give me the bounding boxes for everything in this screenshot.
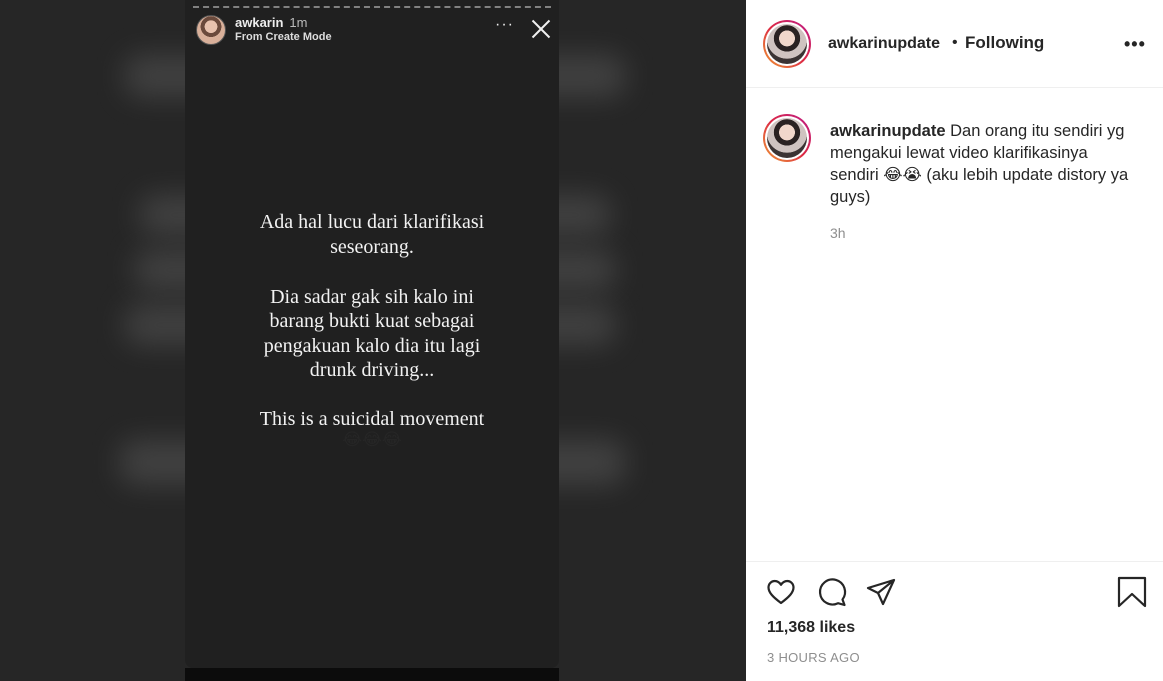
story-progress-bar	[193, 6, 551, 8]
story-frame[interactable]: awkarin 1m From Create Mode ··· Ada hal l…	[185, 0, 559, 668]
story-time: 1m	[289, 15, 308, 30]
post-caption: awkarinupdate Dan orang itu sendiri yg m…	[830, 120, 1140, 208]
caption-username[interactable]: awkarinupdate	[830, 122, 946, 140]
post-header: awkarinupdate • Following •••	[746, 0, 1163, 88]
more-options-icon[interactable]: •••	[1124, 34, 1146, 55]
caption-avatar[interactable]	[763, 114, 811, 162]
share-icon[interactable]	[865, 576, 897, 608]
post-timestamp[interactable]: 3 HOURS AGO	[767, 650, 860, 665]
close-icon[interactable]	[531, 19, 551, 39]
story-avatar[interactable]	[196, 15, 226, 45]
story-text-line: Ada hal lucu dari klarifikasi	[259, 211, 485, 233]
action-bar: 11,368 likes 3 HOURS AGO	[746, 561, 1163, 681]
media-pane: awkarin 1m From Create Mode ··· Ada hal l…	[0, 0, 746, 681]
bookmark-icon[interactable]	[1116, 576, 1148, 608]
story-username-text[interactable]: awkarin	[235, 15, 283, 30]
story-bottom-edge	[185, 668, 559, 681]
story-username[interactable]: awkarin 1m	[235, 15, 307, 30]
caption-time[interactable]: 3h	[830, 225, 846, 241]
story-text-line: barang bukti kuat sebagai	[269, 310, 475, 332]
story-text-line: seseorang.	[330, 236, 414, 258]
story-emojis: 😂😂😂	[342, 430, 402, 449]
header-avatar[interactable]	[763, 20, 811, 68]
story-more-icon[interactable]: ···	[495, 17, 514, 33]
story-subtitle: From Create Mode	[235, 31, 332, 43]
story-text-line: drunk driving...	[309, 359, 435, 381]
story-text-line: This is a suicidal movement	[259, 408, 485, 430]
post-side-panel: awkarinupdate • Following ••• awkarinupd…	[746, 0, 1163, 681]
comment-icon[interactable]	[816, 576, 848, 608]
heart-icon[interactable]	[765, 576, 797, 608]
likes-count[interactable]: 11,368 likes	[767, 619, 855, 637]
header-separator: •	[952, 34, 958, 51]
story-text-line: Dia sadar gak sih kalo ini	[270, 286, 474, 308]
instagram-post-view: awkarin 1m From Create Mode ··· Ada hal l…	[0, 0, 1163, 681]
following-button[interactable]: Following	[965, 33, 1044, 53]
story-text-line: pengakuan kalo dia itu lagi	[263, 335, 481, 357]
header-username[interactable]: awkarinupdate	[828, 35, 940, 53]
